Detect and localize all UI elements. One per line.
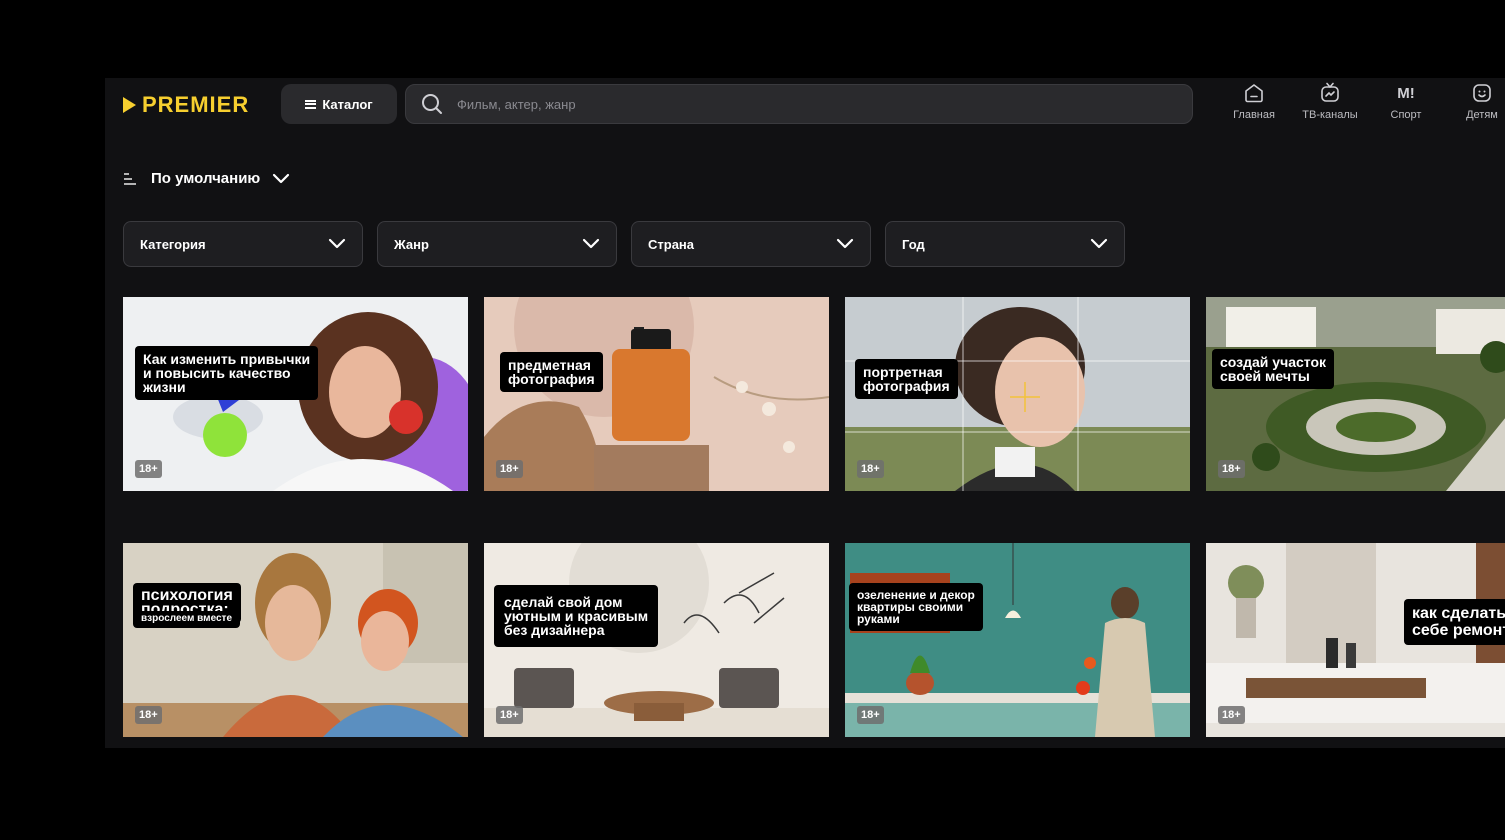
sort-label: По умолчанию [151,170,261,187]
menu-icon [305,99,317,109]
content-card[interactable]: портретная фотография 18+ [845,297,1190,491]
nav-sport[interactable]: M! Спорт [1371,82,1441,122]
chevron-down-icon [328,238,346,249]
filter-bar: Категория Жанр Страна Год [123,221,1125,267]
chevron-down-icon [273,173,290,183]
nav-tv-channels[interactable]: ТВ-каналы [1295,82,1365,121]
search-input[interactable] [455,95,1159,113]
filter-category[interactable]: Категория [123,221,363,267]
age-rating-badge: 18+ [135,460,162,478]
age-rating-badge: 18+ [1218,706,1245,724]
play-icon [123,97,136,113]
nav-kids[interactable]: Детям [1447,82,1505,121]
nav-home[interactable]: Главная [1219,82,1289,121]
filter-country[interactable]: Страна [631,221,871,267]
chevron-down-icon [1090,238,1108,249]
catalog-button[interactable]: Каталог [281,84,397,124]
card-thumbnail [484,297,829,491]
card-subcaption: взрослеем вместе [133,611,241,628]
premier-logo[interactable]: PREMIER [123,92,249,118]
content-card[interactable]: озеленение и декор квартиры своими рукам… [845,543,1190,737]
filter-genre[interactable]: Жанр [377,221,617,267]
content-card[interactable]: предметная фотография 18+ [484,297,829,491]
content-card[interactable]: Как изменить привычки и повысить качеств… [123,297,468,491]
content-card[interactable]: как сделать себе ремонт 18+ [1206,543,1505,737]
card-thumbnail [123,543,468,737]
search-bar[interactable] [405,84,1193,124]
chevron-down-icon [836,238,854,249]
age-rating-badge: 18+ [496,460,523,478]
content-card[interactable]: сделай свой дом уютным и красивым без ди… [484,543,829,737]
age-rating-badge: 18+ [857,706,884,724]
tv-icon [1321,82,1339,102]
kids-icon [1473,84,1491,102]
card-thumbnail [1206,297,1505,491]
app-window: PREMIER Каталог Главная [105,78,1505,748]
sort-icon [124,172,136,185]
search-icon [422,94,442,114]
content-card[interactable]: создай участок своей мечты 18+ [1206,297,1505,491]
age-rating-badge: 18+ [496,706,523,724]
age-rating-badge: 18+ [1218,460,1245,478]
age-rating-badge: 18+ [135,706,162,724]
content-grid: Как изменить привычки и повысить качеств… [123,297,1505,737]
age-rating-badge: 18+ [857,460,884,478]
sport-icon: M! [1397,84,1415,102]
home-icon [1245,84,1263,103]
filter-year[interactable]: Год [885,221,1125,267]
content-card[interactable]: психология подростка: взрослеем вместе 1… [123,543,468,737]
sort-dropdown[interactable]: По умолчанию [123,170,290,187]
chevron-down-icon [582,238,600,249]
card-thumbnail [845,543,1190,737]
